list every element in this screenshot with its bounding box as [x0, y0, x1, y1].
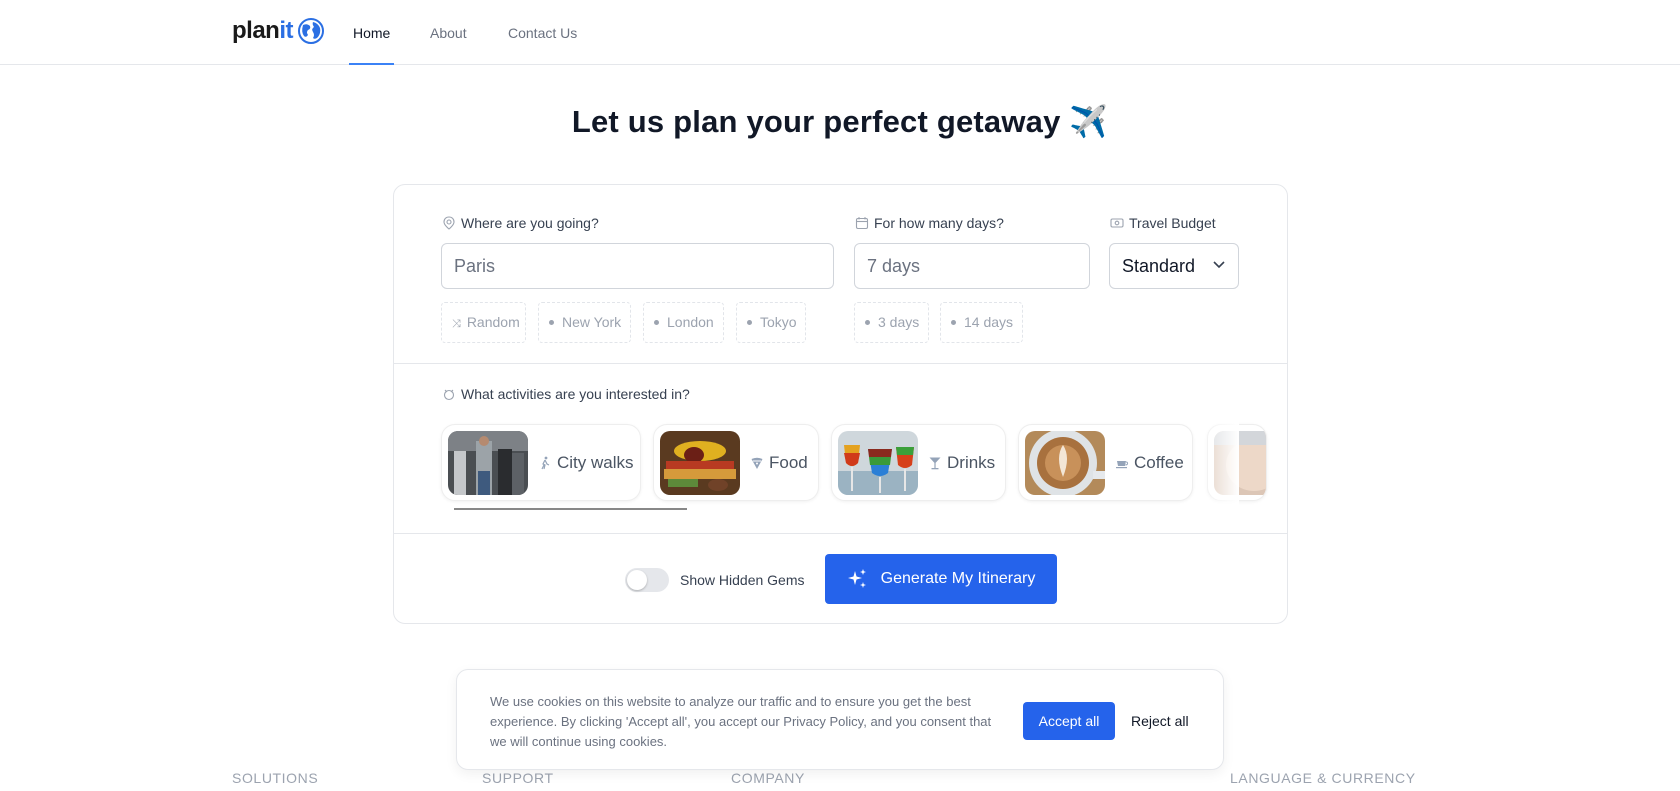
suggestion-label: London [667, 314, 714, 330]
section-divider [394, 363, 1287, 364]
coffee-image [1025, 430, 1105, 495]
days-input[interactable]: 7 days [854, 243, 1090, 289]
suggestion-tokyo[interactable]: Tokyo [736, 302, 806, 343]
cocktail-icon [929, 457, 941, 469]
city-walks-image [448, 430, 528, 495]
suggestion-london[interactable]: London [643, 302, 724, 343]
hidden-gems-label: Show Hidden Gems [680, 572, 805, 588]
activities-label-text: What activities are you interested in? [461, 386, 690, 402]
footer-language-currency: LANGUAGE & CURRENCY [1230, 770, 1416, 786]
destination-input[interactable]: Paris [441, 243, 834, 289]
nav-about[interactable]: About [426, 0, 471, 65]
footer-support: SUPPORT [482, 770, 554, 786]
destination-label-text: Where are you going? [461, 215, 599, 231]
calendar-icon [855, 217, 869, 230]
globe-icon [298, 18, 325, 44]
suggestion-label: 14 days [964, 314, 1014, 330]
activities-scrollbar[interactable] [454, 508, 687, 510]
budget-label: Travel Budget [1110, 215, 1216, 231]
budget-label-text: Travel Budget [1129, 215, 1216, 231]
hidden-gems-toggle[interactable] [625, 568, 669, 592]
days-label-text: For how many days? [874, 215, 1004, 231]
logo-text-it: it [279, 17, 294, 44]
shuffle-icon: ⤨ [452, 318, 461, 330]
suggestion-random[interactable]: ⤨ Random [441, 302, 526, 343]
chevron-down-icon [1213, 261, 1225, 269]
activity-name: Food [750, 453, 808, 473]
pizza-icon [751, 457, 763, 469]
generate-itinerary-button[interactable]: Generate My Itinerary [825, 554, 1057, 604]
destination-label: Where are you going? [442, 215, 599, 231]
activity-drinks[interactable]: Drinks [831, 424, 1006, 501]
suggestion-3-days[interactable]: 3 days [854, 302, 929, 343]
dot-icon [549, 319, 554, 325]
cookie-banner: We use cookies on this website to analyz… [456, 669, 1224, 770]
logo-text-plan: plan [232, 17, 280, 44]
suggestion-label: Tokyo [760, 314, 797, 330]
activity-label: Coffee [1134, 452, 1184, 472]
drinks-image [838, 430, 918, 495]
money-icon [1110, 218, 1124, 228]
activity-food[interactable]: Food [653, 424, 819, 501]
carousel-fade [1194, 420, 1239, 505]
dot-icon [654, 319, 659, 325]
budget-select[interactable]: Standard [1109, 243, 1239, 289]
footer-company: COMPANY [731, 770, 805, 786]
activity-name: City walks [538, 453, 634, 473]
nav-contact[interactable]: Contact Us [504, 0, 581, 65]
sparkles-icon [847, 569, 866, 588]
budget-selected-value: Standard [1122, 256, 1196, 276]
activity-name: Drinks [928, 453, 995, 473]
suggestion-new-york[interactable]: New York [538, 302, 631, 343]
activities-label: What activities are you interested in? [442, 386, 690, 402]
activity-label: Drinks [947, 452, 996, 472]
suggestion-label: New York [562, 314, 622, 330]
footer-solutions: SOLUTIONS [232, 770, 319, 786]
dot-icon [747, 319, 752, 325]
accept-all-button[interactable]: Accept all [1023, 702, 1115, 740]
walking-icon [541, 456, 550, 469]
activity-label: City walks [557, 452, 634, 472]
page-title: Let us plan your perfect getaway ✈️ [571, 104, 1109, 139]
food-image [660, 430, 740, 495]
coffee-icon [1116, 460, 1129, 468]
trip-planner-form: Where are you going? Paris ⤨ Random New Y… [393, 184, 1288, 624]
suggestion-label: 3 days [878, 314, 920, 330]
dot-icon [951, 319, 956, 325]
logo[interactable]: plan it [232, 17, 325, 45]
dot-icon [865, 319, 870, 325]
activity-name: Coffee [1115, 453, 1184, 473]
suggestion-14-days[interactable]: 14 days [940, 302, 1023, 343]
toggle-knob [627, 570, 647, 590]
nav-home[interactable]: Home [349, 0, 395, 65]
activity-city-walks[interactable]: City walks [441, 424, 641, 501]
activities-icon [443, 389, 455, 401]
activity-coffee[interactable]: Coffee [1018, 424, 1193, 501]
activity-label: Food [769, 452, 808, 472]
top-nav: plan it Home About Contact Us [0, 0, 1680, 65]
section-divider [394, 533, 1287, 534]
reject-all-button[interactable]: Reject all [1127, 702, 1193, 740]
suggestion-label: Random [466, 314, 520, 330]
generate-label: Generate My Itinerary [880, 570, 1036, 587]
cookie-text: We use cookies on this website to analyz… [490, 694, 992, 749]
days-label: For how many days? [855, 215, 1004, 231]
map-pin-icon [443, 216, 455, 230]
